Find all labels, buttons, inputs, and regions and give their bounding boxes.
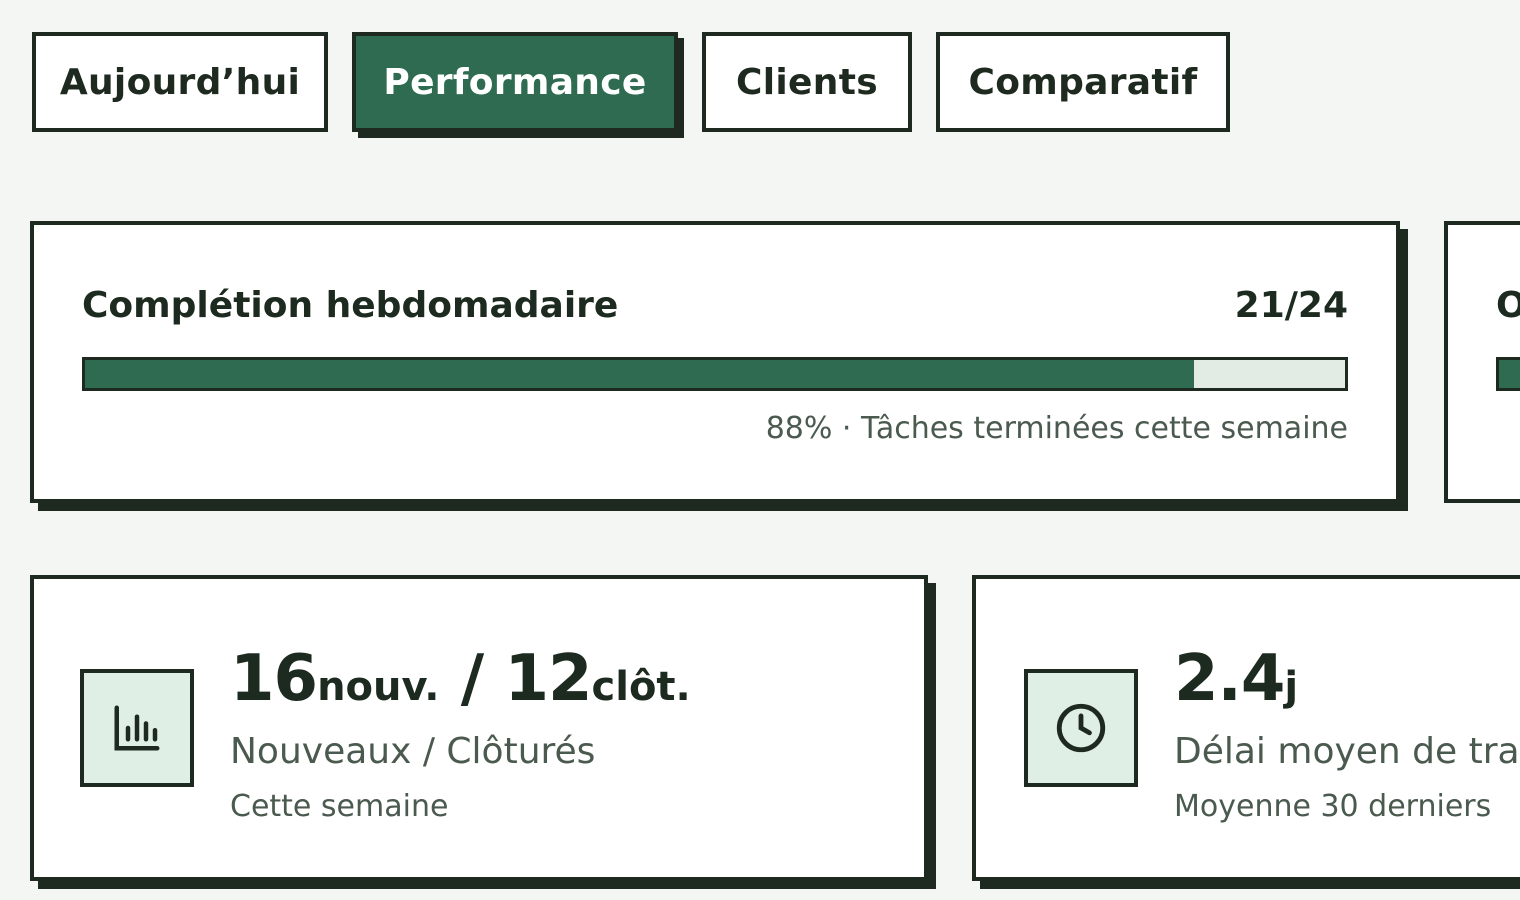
completion-count: 21/24 [1234,285,1348,326]
tab-performance[interactable]: Performance [352,32,678,132]
tab-aujourdhui[interactable]: Aujourd’hui [32,32,328,132]
tickets-sublabel: Cette semaine [230,789,449,824]
delay-value: 2.4 [1174,642,1285,716]
delay-sublabel: Moyenne 30 derniers [1174,789,1492,824]
completion-progress-fill [85,360,1194,388]
metric-separator: / [439,642,505,716]
tickets-card: 16nouv. / 12clôt. Nouveaux / Clôturés Ce… [30,575,928,881]
delay-card: 2.4j Délai moyen de tra Moyenne 30 derni… [972,575,1520,881]
completion-progress-bar [82,357,1348,391]
closed-tickets-unit: clôt. [591,664,691,710]
closed-tickets-value: 12 [504,642,592,716]
partial-card: O [1444,221,1520,503]
partial-card-title: O [1496,285,1520,326]
tab-comparatif[interactable]: Comparatif [936,32,1230,132]
bar-chart-icon [114,705,160,751]
partial-progress-bar [1496,357,1520,391]
tickets-metric: 16nouv. / 12clôt. [230,647,691,711]
new-tickets-unit: nouv. [317,664,440,710]
delay-label: Délai moyen de tra [1174,731,1520,772]
tab-clients[interactable]: Clients [702,32,912,132]
bar-chart-icon-box [80,669,194,787]
clock-icon-box [1024,669,1138,787]
tickets-label: Nouveaux / Clôturés [230,731,596,772]
delay-metric: 2.4j [1174,647,1298,711]
clock-icon [1056,703,1106,753]
completion-title: Complétion hebdomadaire [82,285,619,326]
delay-unit: j [1284,664,1299,710]
new-tickets-value: 16 [230,642,318,716]
completion-caption: 88% · Tâches terminées cette semaine [765,411,1348,446]
weekly-completion-card: Complétion hebdomadaire 21/24 88% · Tâch… [30,221,1400,503]
